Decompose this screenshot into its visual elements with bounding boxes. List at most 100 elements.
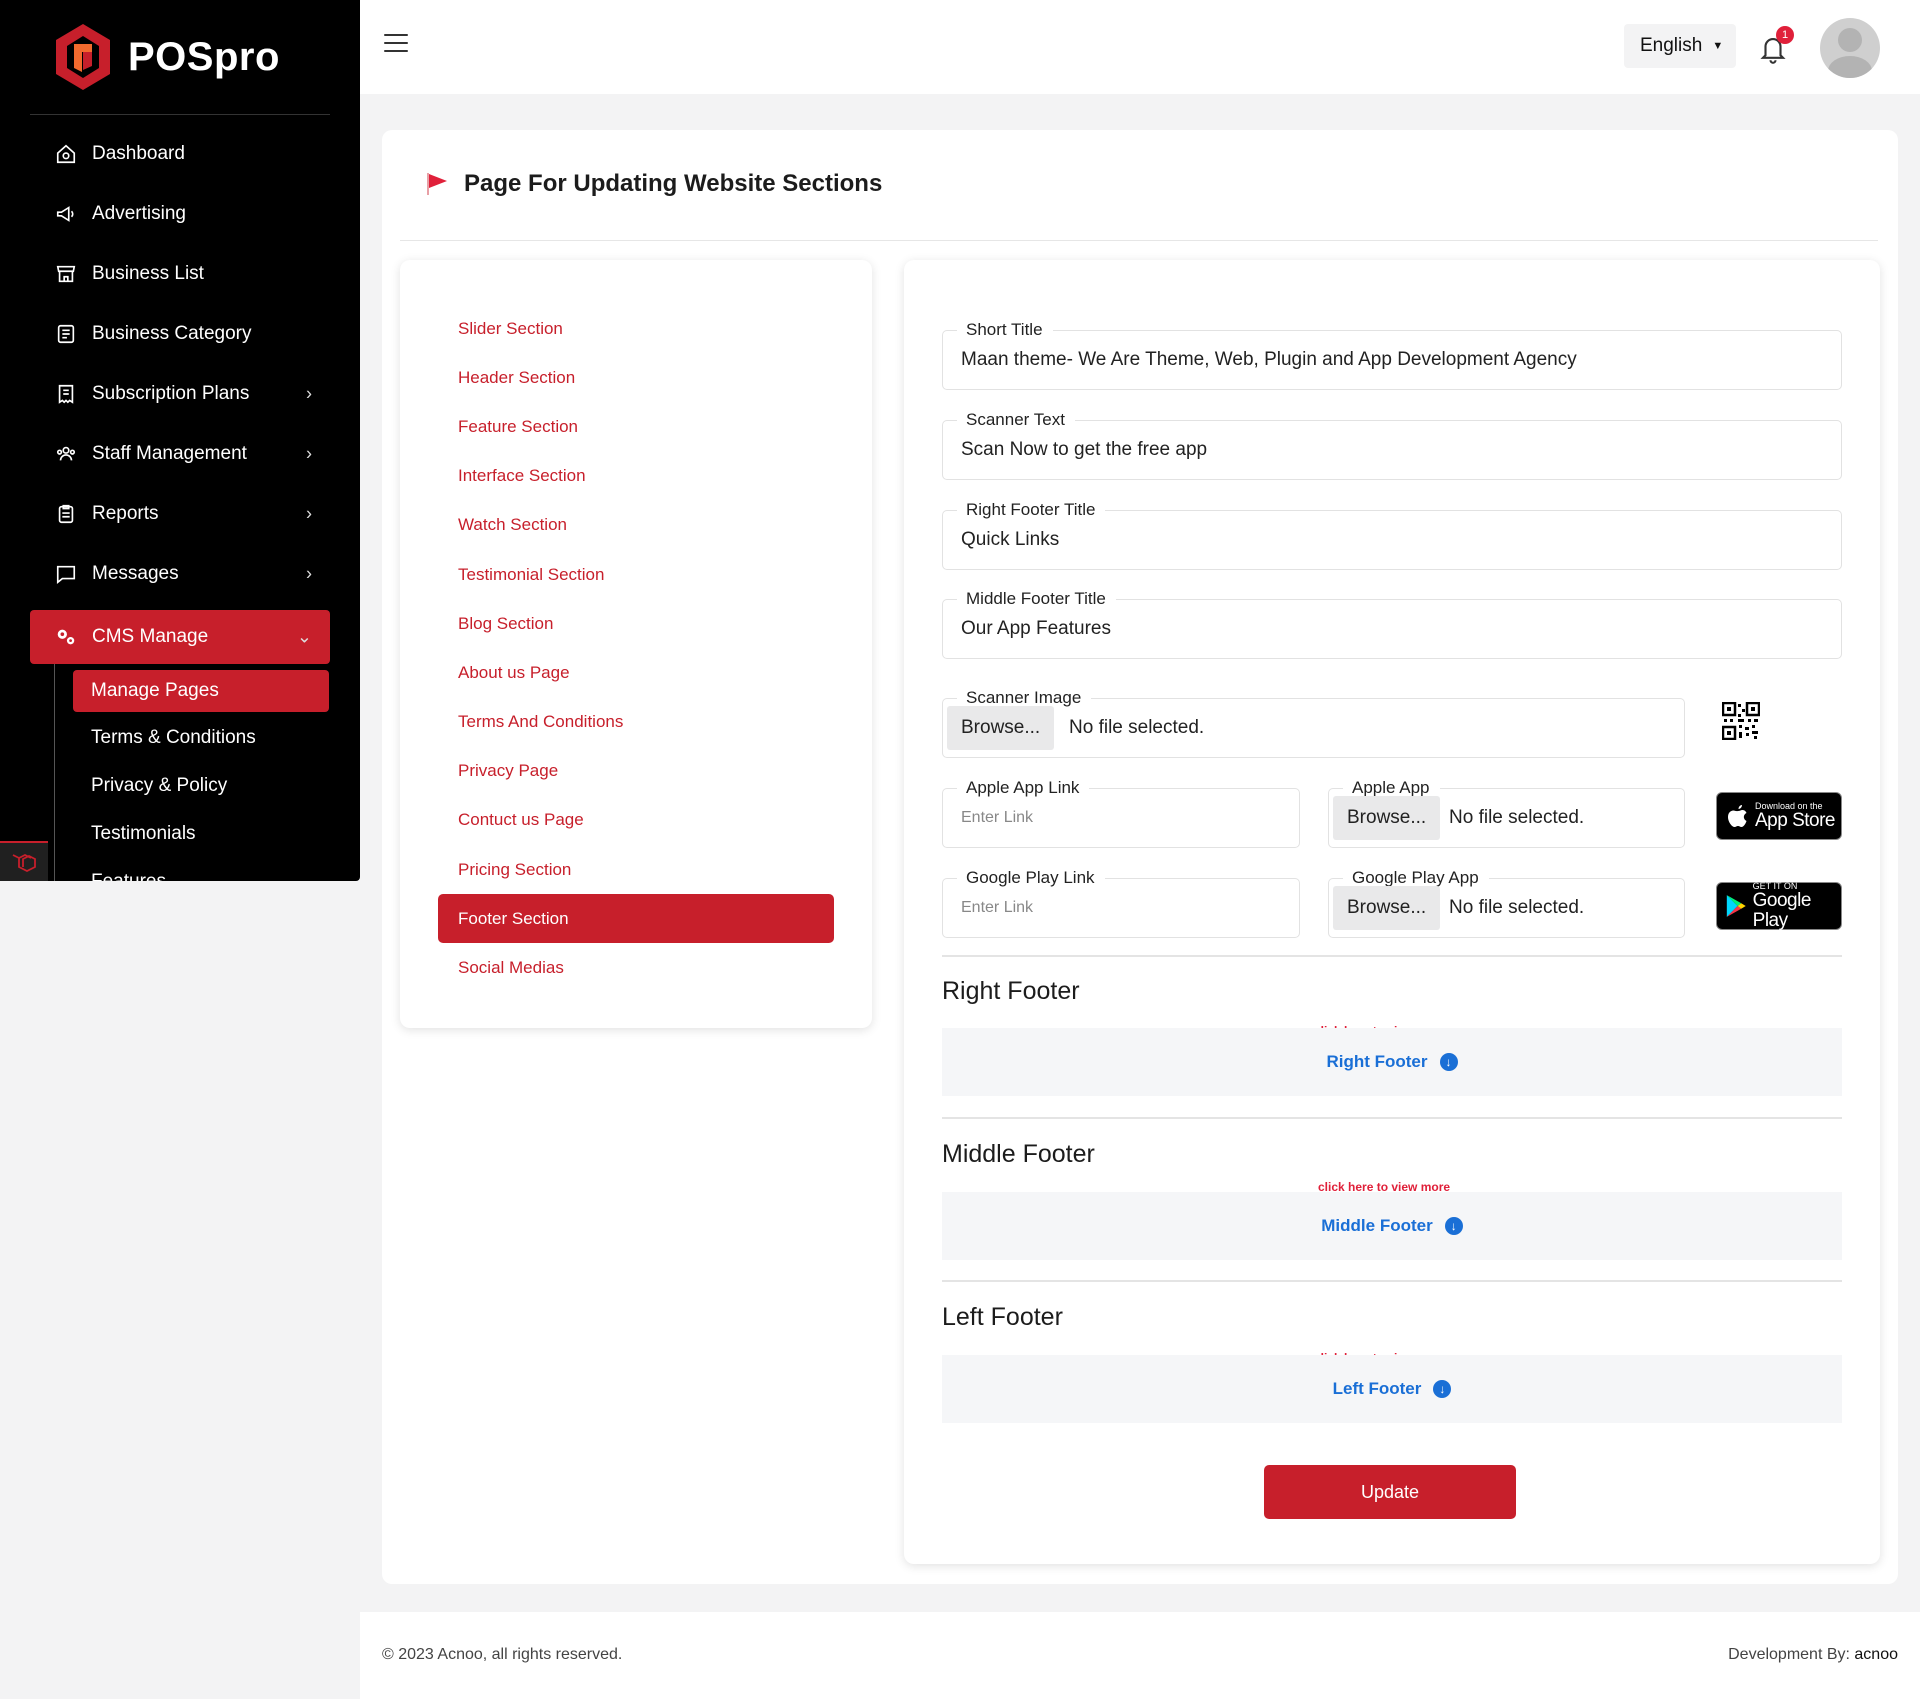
right-footer-title-field[interactable]: Right Footer Title Quick Links [942,500,1842,570]
section-menu-item[interactable]: About us Page [438,648,834,697]
short-title-input[interactable]: Maan theme- We Are Theme, Web, Plugin an… [961,349,1577,371]
middle-footer-title-input[interactable]: Our App Features [961,618,1111,640]
browse-button[interactable]: Browse... [947,706,1055,750]
field-label: Apple App Link [957,778,1090,798]
section-menu-item[interactable]: Social Medias [438,943,834,992]
sidebar-item-dashboard[interactable]: Dashboard [30,124,330,184]
app-store-badge: Download on the App Store [1716,792,1842,840]
field-label: Right Footer Title [957,500,1106,520]
sidebar-subitem-features[interactable]: Features [55,858,330,881]
field-label: Google Play Link [957,868,1105,888]
field-label: Apple App [1343,778,1440,798]
menu-toggle-icon[interactable] [384,34,408,54]
brand-logo[interactable]: POSpro [52,22,280,92]
language-label: English [1640,35,1703,56]
toggle-label: Middle Footer [1321,1216,1433,1235]
middle-footer-toggle[interactable]: Middle Footer ↓ [942,1192,1842,1260]
copyright-text: © 2023 Acnoo, all rights reserved. [382,1646,623,1663]
section-menu: Slider Section Header Section Feature Se… [438,304,834,993]
arrow-down-circle-icon: ↓ [1433,1380,1452,1398]
sidebar-nav: Dashboard Advertising Business List Busi… [30,124,330,881]
brand-name: POSpro [128,34,280,79]
section-menu-item[interactable]: Watch Section [438,501,834,550]
gears-icon [54,625,78,649]
receipt-icon [54,382,78,406]
left-footer-toggle[interactable]: Left Footer ↓ [942,1355,1842,1423]
google-play-link-field[interactable]: Google Play Link Enter Link [942,868,1300,938]
dev-name[interactable]: acnoo [1854,1646,1898,1663]
section-menu-item[interactable]: Testimonial Section [438,550,834,599]
cms-submenu: Manage Pages Terms & Conditions Privacy … [54,664,330,881]
section-menu-item[interactable]: Pricing Section [438,845,834,894]
dev-prefix: Development By: [1728,1646,1850,1663]
users-icon [54,442,78,466]
short-title-field[interactable]: Short Title Maan theme- We Are Theme, We… [942,320,1842,390]
laravel-debug-icon[interactable] [0,841,48,881]
field-label: Google Play App [1343,868,1489,888]
flag-icon [427,173,447,195]
chevron-right-icon: › [306,503,312,524]
scanner-image-field[interactable]: Scanner Image Browse... No file selected… [942,688,1685,758]
sidebar-item-business-category[interactable]: Business Category [30,304,330,364]
user-avatar[interactable] [1820,18,1880,78]
message-icon [54,562,78,586]
section-menu-item[interactable]: Header Section [438,353,834,402]
footer-form-card: Short Title Maan theme- We Are Theme, We… [904,260,1880,1564]
sidebar-item-subscription-plans[interactable]: Subscription Plans › [30,364,330,424]
page-title: Page For Updating Website Sections [424,170,882,198]
section-menu-item-active[interactable]: Footer Section [438,894,834,944]
update-button[interactable]: Update [1264,1465,1516,1519]
apple-app-link-input[interactable]: Enter Link [961,809,1033,827]
sidebar-item-label: Business Category [92,323,252,344]
right-footer-title-input[interactable]: Quick Links [961,529,1059,551]
sidebar-item-reports[interactable]: Reports › [30,484,330,544]
apple-app-file-field[interactable]: Apple App Browse... No file selected. [1328,778,1685,848]
browse-button[interactable]: Browse... [1333,796,1441,840]
sidebar: POSpro Dashboard Advertising Business Li… [0,0,360,881]
scanner-text-field[interactable]: Scanner Text Scan Now to get the free ap… [942,410,1842,480]
section-menu-item[interactable]: Terms And Conditions [438,698,834,747]
section-menu-card: Slider Section Header Section Feature Se… [400,260,872,1028]
google-play-badge: GET IT ON Google Play [1716,881,1842,931]
page-footer: © 2023 Acnoo, all rights reserved. Devel… [360,1612,1920,1699]
sidebar-subitem-manage-pages[interactable]: Manage Pages [73,670,329,712]
section-menu-item[interactable]: Slider Section [438,304,834,353]
language-select[interactable]: English ▼ [1624,24,1736,68]
sidebar-subitem-terms-conditions[interactable]: Terms & Conditions [55,714,330,762]
sidebar-item-label: Advertising [92,203,186,224]
sidebar-item-business-list[interactable]: Business List [30,244,330,304]
sidebar-item-cms-manage[interactable]: CMS Manage ⌄ [30,610,330,664]
page-title-text: Page For Updating Website Sections [464,170,883,197]
browse-button[interactable]: Browse... [1333,886,1441,930]
section-menu-item[interactable]: Blog Section [438,599,834,648]
sidebar-subitem-testimonials[interactable]: Testimonials [55,810,330,858]
section-menu-item[interactable]: Privacy Page [438,747,834,796]
megaphone-icon [54,202,78,226]
notification-badge: 1 [1776,26,1794,44]
notification-bell-icon[interactable]: 1 [1758,26,1794,68]
scanner-text-input[interactable]: Scan Now to get the free app [961,439,1207,461]
sidebar-divider [30,114,330,115]
section-menu-item[interactable]: Contuct us Page [438,796,834,845]
apple-icon [1728,805,1747,827]
chevron-right-icon: › [306,383,312,404]
apple-app-link-field[interactable]: Apple App Link Enter Link [942,778,1300,848]
store-icon [54,262,78,286]
main-card: Page For Updating Website Sections Slide… [382,130,1898,1584]
right-footer-toggle[interactable]: Right Footer ↓ [942,1028,1842,1096]
badge-line2: Google Play [1752,890,1812,931]
google-play-app-file-field[interactable]: Google Play App Browse... No file select… [1328,868,1685,938]
section-menu-item[interactable]: Interface Section [438,452,834,501]
sidebar-item-advertising[interactable]: Advertising [30,184,330,244]
sidebar-item-label: CMS Manage [92,626,209,647]
sidebar-item-staff-management[interactable]: Staff Management › [30,424,330,484]
qr-code-icon [1722,702,1760,740]
pospro-logo-icon [56,24,110,90]
sidebar-item-messages[interactable]: Messages › [30,544,330,604]
chevron-right-icon: › [306,563,312,584]
middle-footer-title-field[interactable]: Middle Footer Title Our App Features [942,589,1842,659]
google-play-link-input[interactable]: Enter Link [961,899,1033,917]
sidebar-subitem-privacy-policy[interactable]: Privacy & Policy [55,762,330,810]
section-menu-item[interactable]: Feature Section [438,402,834,451]
field-label: Scanner Image [957,688,1092,708]
